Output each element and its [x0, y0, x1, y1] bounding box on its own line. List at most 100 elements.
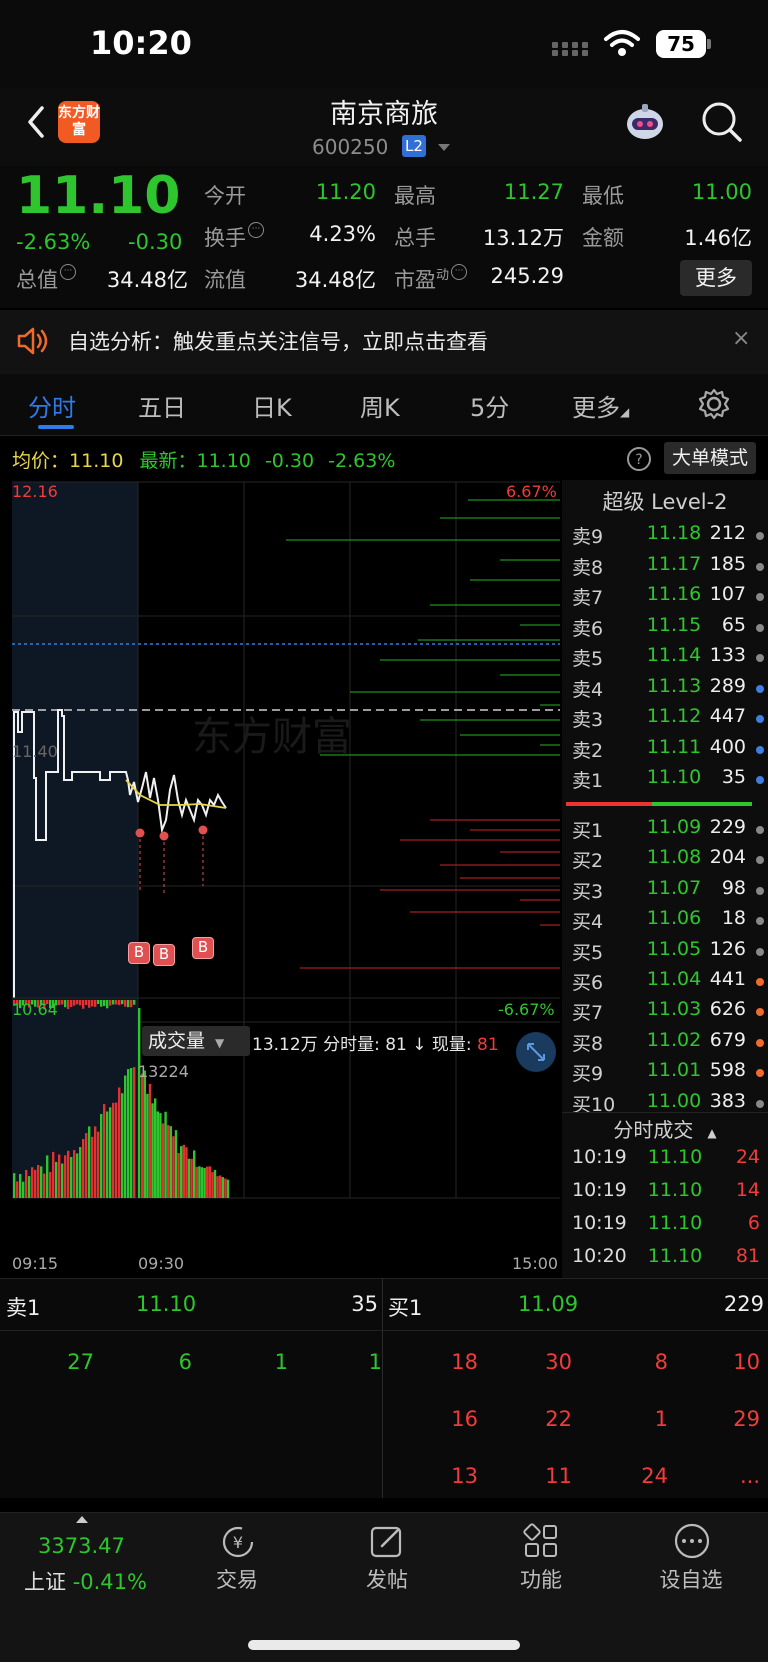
help-icon[interactable]: ?	[626, 446, 652, 472]
volume-bar	[79, 1000, 82, 1006]
bid-row[interactable]: 买5 11.05 126	[562, 938, 768, 968]
bid-row[interactable]: 买9 11.01 598	[562, 1059, 768, 1089]
volume-bar	[106, 1111, 109, 1198]
volume-bar	[61, 1000, 64, 1005]
float-label: 流值	[204, 268, 246, 292]
volume-bar	[206, 1166, 209, 1198]
bid-level-label: 买6	[572, 972, 604, 994]
bid-row[interactable]: 买4 11.06 18	[562, 907, 768, 937]
bid-price: 11.06	[646, 907, 702, 930]
buy-marker-2[interactable]: B	[153, 944, 175, 966]
volume-bar	[130, 1068, 133, 1198]
ask-price: 11.18	[646, 522, 702, 544]
status-dot	[756, 947, 764, 956]
tab-trade[interactable]: 交易	[182, 1564, 292, 1594]
time-mid: 09:30	[138, 1254, 185, 1273]
big-order-mode-button[interactable]: 大单模式	[664, 442, 756, 474]
ask-row[interactable]: 卖8 11.17 185	[562, 553, 768, 583]
chevron-down-icon[interactable]	[438, 144, 450, 151]
buy-queue-cell: 30	[545, 1350, 572, 1374]
tab-more[interactable]: 更多◢	[572, 388, 629, 423]
info-icon[interactable]: ···	[451, 264, 468, 280]
watermark: 东方财富	[192, 714, 352, 760]
order-book-title[interactable]: 超级 Level-2	[562, 486, 768, 516]
bid-volume: 598	[709, 1059, 746, 1082]
info-icon[interactable]: ···	[248, 222, 264, 238]
buy-marker-3[interactable]: B	[192, 937, 214, 959]
tab-add-watchlist[interactable]: 设自选	[636, 1564, 746, 1594]
bid-row[interactable]: 买8 11.02 679	[562, 1029, 768, 1059]
ai-robot-icon[interactable]	[622, 100, 668, 144]
last-price: 11.10	[16, 166, 181, 226]
status-dot	[756, 745, 764, 754]
tab-post[interactable]: 发帖	[332, 1564, 442, 1594]
volume-bar	[172, 1136, 175, 1198]
volume-bar	[190, 1158, 193, 1198]
tab-intraday[interactable]: 分时	[28, 388, 76, 423]
trade-time: 10:19	[572, 1179, 627, 1201]
buy-queue-cell: 11	[545, 1464, 572, 1488]
volume-bar	[64, 1000, 67, 1008]
info-icon[interactable]: ···	[60, 264, 76, 280]
trade-yen-icon[interactable]: ¥	[216, 1524, 260, 1560]
tab-daily-k[interactable]: 日K	[252, 388, 292, 423]
tab-five-day[interactable]: 五日	[138, 388, 186, 423]
more-dots-icon[interactable]	[672, 1522, 712, 1560]
trade-price: 11.10	[647, 1146, 703, 1168]
ask-price: 11.17	[646, 552, 702, 575]
trade-volume: 24	[735, 1146, 760, 1168]
bid-row[interactable]: 买2 11.08 204	[562, 846, 768, 876]
volume-selector[interactable]: 成交量 ▼	[142, 1026, 250, 1056]
wifi-icon	[604, 30, 640, 56]
function-grid-icon[interactable]	[522, 1522, 560, 1560]
status-dot	[756, 1099, 764, 1108]
volume-bar	[115, 1102, 118, 1198]
bid-row[interactable]: 买7 11.03 626	[562, 998, 768, 1028]
ask-row[interactable]: 卖4 11.13 289	[562, 675, 768, 705]
settings-gear-icon[interactable]	[696, 386, 732, 422]
index-value[interactable]: 3373.47	[38, 1534, 125, 1558]
ask-row[interactable]: 卖2 11.11 400	[562, 736, 768, 766]
queue-sell-price: 11.10	[136, 1292, 197, 1316]
bid-row[interactable]: 买1 11.09 229	[562, 816, 768, 846]
trades-title[interactable]: 分时成交 ▲	[562, 1114, 768, 1143]
more-button[interactable]: 更多	[680, 260, 752, 296]
chevron-up-icon[interactable]	[76, 1516, 88, 1523]
avg-price-row: 均价：11.10 最新：11.10 -0.30 -2.63%	[12, 450, 396, 472]
ask-row[interactable]: 卖5 11.14 133	[562, 644, 768, 674]
intraday-chart[interactable]: 东方财富	[0, 480, 562, 1280]
ask-row[interactable]: 卖3 11.12 447	[562, 705, 768, 735]
volume-bar	[121, 1093, 124, 1198]
volume-bar	[161, 1123, 165, 1198]
buy-queue-cell: 8	[654, 1350, 668, 1374]
post-edit-icon[interactable]	[368, 1522, 406, 1560]
ask-row[interactable]: 卖1 11.10 35	[562, 766, 768, 796]
volume-bar	[141, 1073, 144, 1198]
axis-bottom-pct: -6.67%	[498, 1000, 555, 1019]
ask-row[interactable]: 卖6 11.15 65	[562, 614, 768, 644]
bid-price: 11.05	[646, 937, 702, 960]
volume-bar	[94, 1000, 97, 1007]
volume-bar	[127, 1000, 130, 1008]
bid-row[interactable]: 买3 11.07 98	[562, 877, 768, 907]
search-icon[interactable]	[700, 100, 744, 144]
ask-row[interactable]: 卖7 11.16 107	[562, 583, 768, 613]
volume-bar	[64, 1155, 67, 1198]
time-start: 09:15	[12, 1254, 59, 1273]
volume-bar	[211, 1172, 214, 1198]
tab-function[interactable]: 功能	[486, 1564, 596, 1594]
volume-bar	[221, 1177, 224, 1198]
ask-row[interactable]: 卖9 11.18 212	[562, 522, 768, 552]
bid-row[interactable]: 买6 11.04 441	[562, 968, 768, 998]
change-pct: -2.63%	[16, 230, 91, 254]
buy-marker-1[interactable]: B	[128, 942, 150, 964]
ask-volume: 289	[709, 674, 746, 697]
volume-bar	[82, 1139, 85, 1198]
index-ticker[interactable]: 上证 -0.41%	[24, 1566, 147, 1596]
volume-bar	[85, 1133, 88, 1198]
tab-5min[interactable]: 5分	[470, 388, 509, 423]
volume-bar	[97, 1000, 100, 1005]
level2-badge[interactable]: L2	[402, 135, 426, 157]
close-icon[interactable]: ×	[732, 326, 750, 351]
tab-weekly-k[interactable]: 周K	[360, 388, 400, 423]
